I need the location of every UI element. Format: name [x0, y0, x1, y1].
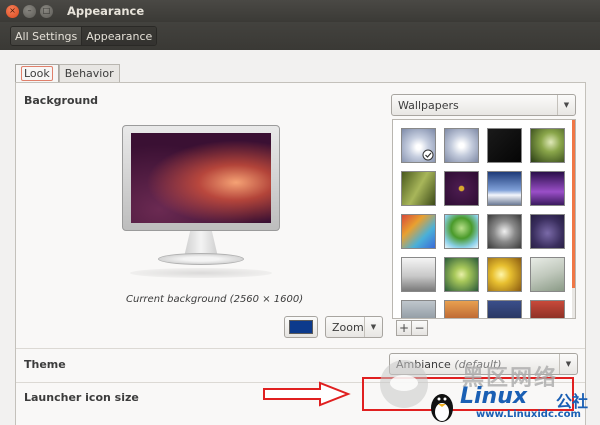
wallpaper-source-combo[interactable]: Wallpapers ▼ — [391, 94, 576, 116]
wallpaper-thumbnail[interactable] — [530, 214, 565, 249]
wallpaper-thumbnail[interactable] — [401, 171, 436, 206]
wallpaper-thumbnail[interactable] — [401, 257, 436, 292]
watermark-text-site: Linux — [460, 384, 528, 409]
launcher-icon-size-label: Launcher icon size — [24, 391, 139, 404]
tab-behavior[interactable]: Behavior — [58, 64, 120, 82]
site-watermark: 黑区网络 Linux 公社 www.Linuxidc.com — [380, 356, 600, 425]
theme-label: Theme — [24, 358, 66, 371]
wallpaper-thumbnail[interactable] — [401, 128, 436, 163]
wallpaper-thumbnail[interactable] — [530, 300, 565, 318]
wallpaper-thumbnail[interactable] — [401, 300, 436, 318]
wallpaper-thumbnail[interactable] — [444, 214, 479, 249]
background-preview-monitor — [122, 125, 280, 280]
current-background-preview — [131, 133, 271, 223]
close-icon: × — [9, 6, 16, 15]
breadcrumb: All Settings Appearance — [10, 26, 158, 46]
watermark-url: www.Linuxidc.com — [476, 409, 581, 420]
background-mode-combo[interactable]: Zoom ▼ — [325, 316, 383, 338]
add-wallpaper-button[interactable]: + — [396, 320, 412, 336]
red-arrow-icon — [263, 381, 351, 407]
wallpaper-thumbnail[interactable] — [444, 128, 479, 163]
divider — [16, 348, 585, 349]
chevron-down-icon: ▼ — [557, 95, 575, 115]
wallpaper-thumbnail[interactable] — [487, 128, 522, 163]
maximize-icon: □ — [42, 6, 51, 15]
minimize-window-button[interactable]: – — [23, 4, 36, 18]
wallpaper-thumbnail[interactable] — [444, 257, 479, 292]
wallpaper-thumbnail[interactable] — [444, 171, 479, 206]
tab-bar: Look Behavior — [15, 64, 120, 82]
plus-icon: + — [398, 321, 410, 335]
color-swatch — [289, 320, 313, 334]
wallpaper-thumbnail[interactable] — [444, 300, 479, 318]
window-title: Appearance — [67, 4, 145, 18]
wallpaper-thumbnail[interactable] — [530, 257, 565, 292]
monitor-frame — [122, 125, 280, 231]
breadcrumb-all-settings[interactable]: All Settings — [11, 27, 82, 45]
wallpaper-thumbnail[interactable] — [401, 214, 436, 249]
minus-icon: − — [414, 321, 425, 335]
maximize-window-button[interactable]: □ — [40, 4, 53, 18]
toolbar: All Settings Appearance — [0, 22, 600, 50]
wallpaper-grid[interactable] — [392, 119, 576, 319]
breadcrumb-appearance[interactable]: Appearance — [81, 27, 157, 45]
wallpaper-thumbnail[interactable] — [487, 214, 522, 249]
minimize-icon: – — [27, 6, 32, 15]
background-color-button[interactable] — [284, 316, 318, 338]
title-bar: × – □ Appearance — [0, 0, 600, 22]
wallpaper-thumbnail[interactable] — [487, 171, 522, 206]
wallpaper-thumbnail[interactable] — [487, 257, 522, 292]
wallpaper-scrollbar-thumb[interactable] — [572, 120, 575, 288]
wallpaper-thumbnail[interactable] — [530, 171, 565, 206]
selected-check-icon — [422, 149, 434, 161]
current-background-caption: Current background (2560 × 1600) — [126, 294, 304, 305]
wallpaper-thumbnail[interactable] — [487, 300, 522, 318]
background-label: Background — [24, 94, 99, 107]
chevron-down-icon: ▼ — [364, 317, 382, 337]
wallpaper-thumbnail[interactable] — [530, 128, 565, 163]
remove-wallpaper-button[interactable]: − — [412, 320, 428, 336]
tab-look[interactable]: Look — [15, 64, 59, 82]
close-window-button[interactable]: × — [6, 4, 19, 18]
